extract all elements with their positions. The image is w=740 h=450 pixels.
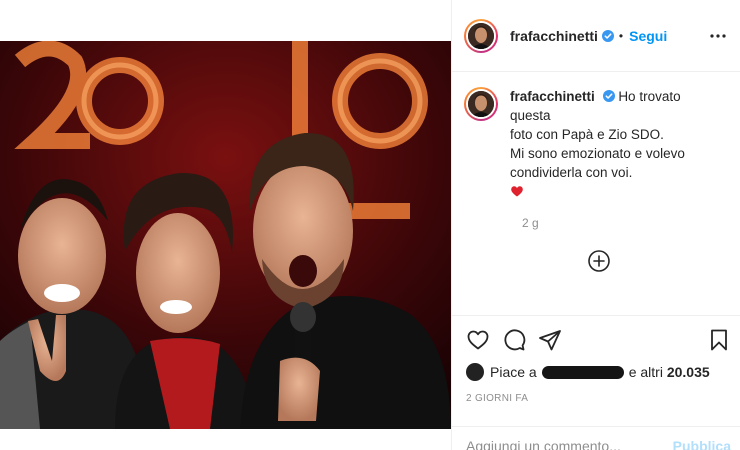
post-media-area	[0, 0, 451, 450]
separator-dot: •	[618, 28, 624, 43]
caption-text: frafacchinetti Ho trovato questa foto co…	[510, 87, 716, 198]
caption-author-avatar[interactable]	[464, 87, 498, 121]
post-header: frafacchinetti • Segui	[452, 0, 740, 72]
heart-icon[interactable]	[466, 328, 490, 352]
bookmark-icon[interactable]	[707, 328, 731, 352]
author-avatar-image	[468, 22, 494, 49]
publish-button[interactable]: Pubblica	[673, 438, 731, 450]
red-heart-emoji	[511, 186, 523, 197]
load-more-comments-icon[interactable]	[587, 249, 611, 273]
share-icon[interactable]	[538, 328, 562, 352]
caption-section: frafacchinetti Ho trovato questa foto co…	[452, 73, 740, 315]
post-photo[interactable]	[0, 41, 451, 429]
likes-count[interactable]: 20.035	[667, 364, 710, 380]
caption-author-avatar-image	[468, 91, 494, 117]
post-side-panel: frafacchinetti • Segui frafacchinetti Ho…	[451, 0, 740, 450]
liker-avatar[interactable]	[466, 363, 484, 381]
verified-badge-icon	[601, 29, 614, 42]
comment-input[interactable]	[466, 438, 656, 450]
comment-icon[interactable]	[502, 328, 526, 352]
caption-line: condividerla con voi.	[510, 165, 633, 180]
redacted-username[interactable]	[541, 365, 624, 379]
comment-bar: Pubblica	[452, 426, 740, 450]
follow-button[interactable]: Segui	[629, 28, 667, 44]
author-username[interactable]: frafacchinetti	[510, 28, 598, 44]
likes-summary: Piace a e altri 20.035	[466, 363, 710, 381]
more-options-icon[interactable]	[709, 27, 727, 45]
caption-time-ago: 2 g	[522, 216, 539, 230]
post-date[interactable]: 2 GIORNI FA	[466, 393, 528, 404]
author-avatar[interactable]	[464, 18, 498, 53]
post-actions: Piace a e altri 20.035 2 GIORNI FA Pubbl…	[452, 315, 740, 450]
caption-line: foto con Papà e Zio SDO.	[510, 127, 664, 142]
likes-prefix: Piace a	[490, 364, 537, 380]
caption-username[interactable]: frafacchinetti	[510, 89, 595, 104]
likes-suffix: e altri	[628, 364, 663, 380]
caption-line: Mi sono emozionato e volevo	[510, 146, 685, 161]
verified-badge-icon	[602, 90, 615, 102]
post-photo-image	[0, 41, 451, 429]
